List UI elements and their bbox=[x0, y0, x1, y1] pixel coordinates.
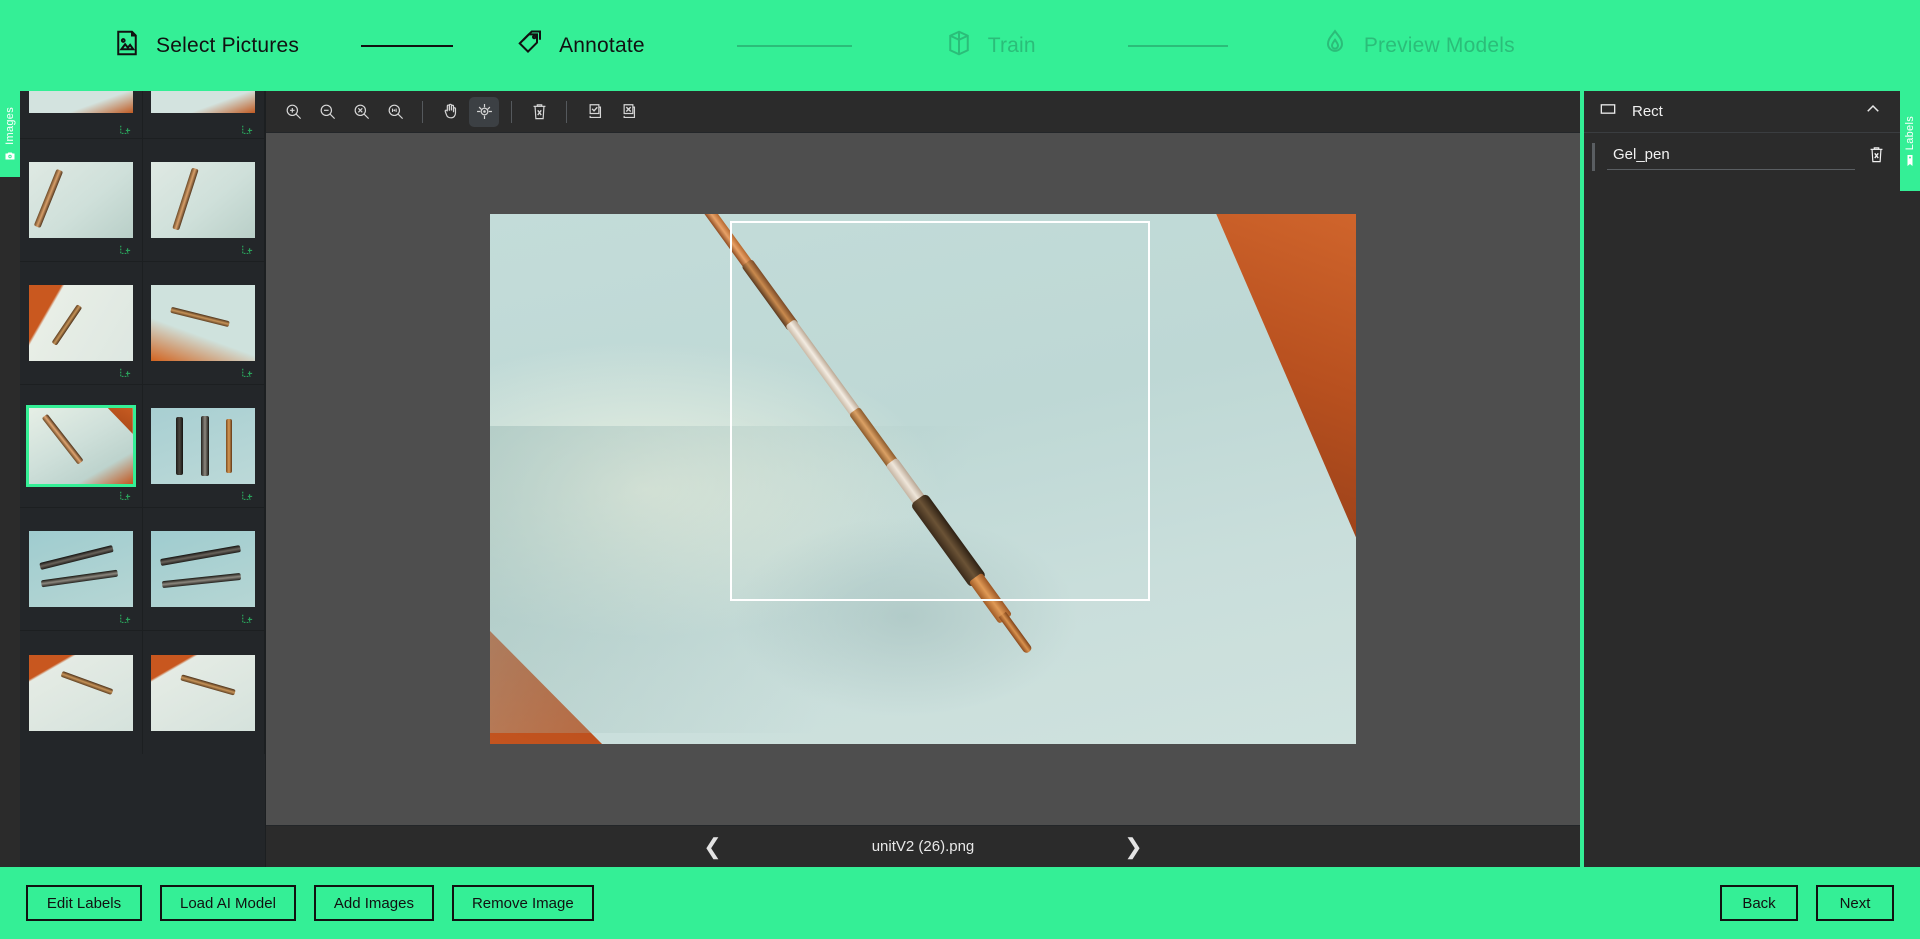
wizard-connector-2 bbox=[736, 44, 852, 47]
label-row: Gel_pen bbox=[1584, 133, 1900, 177]
camera-icon bbox=[4, 149, 16, 161]
annotation-badge-icon bbox=[240, 123, 254, 135]
chevron-right-icon[interactable]: ❯ bbox=[1124, 835, 1142, 858]
delete-icon[interactable] bbox=[524, 97, 554, 127]
annotation-badge-icon bbox=[118, 489, 132, 501]
image-canvas[interactable] bbox=[266, 133, 1580, 825]
annotation-app: Select Pictures Annotate Train Preview M… bbox=[0, 0, 1920, 939]
edit-labels-button[interactable]: Edit Labels bbox=[26, 885, 142, 921]
check-all-icon[interactable] bbox=[579, 97, 609, 127]
wizard-step-label: Preview Models bbox=[1363, 33, 1515, 57]
flame-icon bbox=[1320, 28, 1350, 63]
wizard-step-label: Train bbox=[987, 33, 1036, 57]
label-accent-bar bbox=[1592, 143, 1595, 171]
shape-type-label: Rect bbox=[1632, 103, 1663, 120]
tag-icon bbox=[1904, 154, 1916, 167]
thumbnail-list[interactable] bbox=[20, 91, 266, 867]
annotation-badge-icon bbox=[240, 612, 254, 624]
images-tab-label: Images bbox=[4, 107, 16, 145]
canvas-toolbar bbox=[266, 91, 1580, 133]
current-filename: unitV2 (26).png bbox=[871, 838, 975, 855]
load-ai-model-button[interactable]: Load AI Model bbox=[160, 885, 296, 921]
crosshair-icon[interactable] bbox=[469, 96, 499, 127]
annotation-badge-icon bbox=[118, 612, 132, 624]
pan-hand-icon[interactable] bbox=[435, 97, 465, 127]
photo-background-wood-top bbox=[1215, 214, 1356, 542]
back-button[interactable]: Back bbox=[1720, 885, 1798, 921]
workspace: Images ❮ unitV2 (26).png ❯ Rect Gel_pen … bbox=[0, 91, 1920, 867]
zoom-out-icon[interactable] bbox=[312, 97, 342, 127]
annotation-badge-icon bbox=[118, 366, 132, 378]
chevron-up-icon[interactable] bbox=[1864, 100, 1882, 123]
chevron-left-icon[interactable]: ❮ bbox=[703, 835, 721, 858]
file-navigation-bar: ❮ unitV2 (26).png ❯ bbox=[266, 825, 1580, 867]
label-name-field[interactable]: Gel_pen bbox=[1607, 144, 1855, 170]
remove-image-button[interactable]: Remove Image bbox=[451, 885, 594, 921]
annotation-badge-icon bbox=[240, 243, 254, 255]
labels-panel: Rect Gel_pen bbox=[1580, 91, 1900, 867]
thumbnail-item[interactable] bbox=[20, 139, 143, 262]
thumbnail-item[interactable] bbox=[20, 91, 143, 139]
wizard-step-train[interactable]: Train bbox=[944, 28, 1036, 63]
annotation-badge-icon bbox=[240, 489, 254, 501]
toolbar-separator bbox=[511, 100, 512, 123]
wizard-step-label: Annotate bbox=[559, 33, 645, 57]
annotation-badge-icon bbox=[118, 123, 132, 135]
delete-icon[interactable] bbox=[1867, 145, 1886, 169]
thumbnail-item-selected[interactable] bbox=[20, 385, 143, 508]
wizard-step-select-pictures[interactable]: Select Pictures bbox=[112, 28, 299, 63]
annotation-badge-icon bbox=[118, 243, 132, 255]
photo-shadow-blob bbox=[732, 516, 1079, 718]
add-images-button[interactable]: Add Images bbox=[313, 885, 434, 921]
annotated-photo[interactable] bbox=[490, 214, 1356, 744]
zoom-fit-icon[interactable] bbox=[346, 97, 376, 127]
thumbnail-item[interactable] bbox=[20, 508, 143, 631]
thumbnail-item[interactable] bbox=[142, 139, 265, 262]
zoom-in-icon[interactable] bbox=[278, 97, 308, 127]
labels-tab[interactable]: Labels bbox=[1900, 91, 1920, 191]
toolbar-separator bbox=[566, 100, 567, 123]
wizard-step-annotate[interactable]: Annotate bbox=[515, 28, 645, 63]
labels-tab-label: Labels bbox=[1904, 115, 1916, 151]
rectangle-icon bbox=[1598, 99, 1618, 124]
footer-actions-bar: Edit Labels Load AI Model Add Images Rem… bbox=[0, 867, 1920, 939]
thumbnail-item[interactable] bbox=[142, 91, 265, 139]
shape-section-header[interactable]: Rect bbox=[1584, 91, 1900, 133]
images-tab[interactable]: Images bbox=[0, 91, 20, 177]
thumbnail-item[interactable] bbox=[142, 385, 265, 508]
zoom-actual-icon[interactable] bbox=[380, 97, 410, 127]
thumbnail-item[interactable] bbox=[20, 631, 143, 754]
thumbnail-item[interactable] bbox=[142, 508, 265, 631]
wizard-step-preview-models[interactable]: Preview Models bbox=[1320, 28, 1515, 63]
wizard-steps-bar: Select Pictures Annotate Train Preview M… bbox=[0, 0, 1920, 91]
thumbnail-item[interactable] bbox=[20, 262, 143, 385]
thumbnail-item[interactable] bbox=[143, 631, 265, 754]
pictures-icon bbox=[112, 28, 142, 63]
tag-icon bbox=[515, 28, 545, 63]
left-rail: Images bbox=[0, 91, 20, 867]
wizard-connector-1 bbox=[361, 44, 454, 47]
wizard-connector-3 bbox=[1127, 44, 1228, 47]
toolbar-separator bbox=[422, 100, 423, 123]
uncheck-all-icon[interactable] bbox=[613, 97, 643, 127]
cube-icon bbox=[944, 28, 974, 63]
canvas-column: ❮ unitV2 (26).png ❯ bbox=[266, 91, 1580, 867]
wizard-step-label: Select Pictures bbox=[156, 33, 300, 57]
next-button[interactable]: Next bbox=[1816, 885, 1894, 921]
thumbnail-item[interactable] bbox=[142, 262, 265, 385]
annotation-badge-icon bbox=[240, 366, 254, 378]
right-rail: Labels bbox=[1900, 91, 1920, 867]
